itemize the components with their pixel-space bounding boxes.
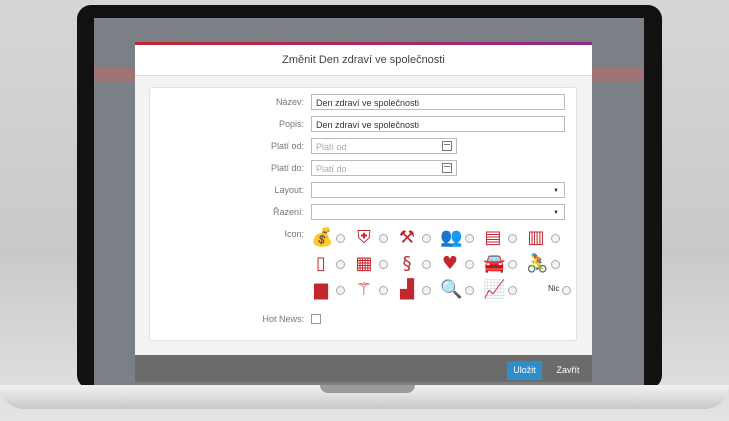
valid-from-label: Platí od: <box>270 141 304 151</box>
name-label: Název: <box>275 97 304 107</box>
books-icon: ▥ <box>527 227 545 248</box>
icon-option[interactable]: 🔍 <box>440 278 478 302</box>
icon-option[interactable]: ▤ <box>483 226 521 250</box>
icon-radio[interactable] <box>336 286 345 295</box>
cycling-icon: 🚴 <box>526 253 549 274</box>
paragraph-icon: § <box>402 253 412 274</box>
calendar-icon[interactable] <box>442 163 452 173</box>
valid-from-row: Platí od: Platí od <box>150 137 576 155</box>
description-label: Popis: <box>278 119 304 129</box>
icon-radio[interactable] <box>508 260 517 269</box>
valid-to-label: Platí do: <box>270 163 304 173</box>
form-panel: Název: Den zdraví ve společnosti Popis: … <box>149 87 577 341</box>
growth-chart-icon: 📈 <box>483 279 506 300</box>
icon-option[interactable]: ♥ <box>440 252 478 276</box>
icon-option[interactable]: ⚚ <box>354 278 392 302</box>
icon-radio[interactable] <box>562 286 571 295</box>
icon-row-3: ▆ ⚚ ▟ 🔍 📈 Nic <box>311 278 571 302</box>
valid-to-placeholder: Platí do <box>316 164 347 174</box>
icon-radio[interactable] <box>379 260 388 269</box>
layout-row: Layout: ▼ <box>150 181 576 199</box>
calendar-icon[interactable] <box>442 141 452 151</box>
money-hand-icon: 💰 <box>311 227 334 248</box>
icon-radio[interactable] <box>422 286 431 295</box>
hot-news-checkbox[interactable] <box>311 314 321 324</box>
name-row: Název: Den zdraví ve společnosti <box>150 93 576 111</box>
icon-option[interactable]: 👥 <box>440 226 478 250</box>
icon-option[interactable]: 📈 <box>483 278 521 302</box>
icon-option-none[interactable]: Nic <box>526 278 571 302</box>
icon-option[interactable]: § <box>397 252 435 276</box>
icon-option[interactable]: ▟ <box>397 278 435 302</box>
valid-from-placeholder: Platí od <box>316 142 347 152</box>
layout-select[interactable]: ▼ <box>311 182 565 198</box>
icon-radio[interactable] <box>336 234 345 243</box>
icon-radio[interactable] <box>422 234 431 243</box>
valid-to-input[interactable]: Platí do <box>311 160 457 176</box>
layout-label: Layout: <box>274 185 304 195</box>
save-button[interactable]: Uložit <box>507 361 542 380</box>
icon-radio[interactable] <box>465 234 474 243</box>
chevron-down-icon: ▼ <box>553 188 559 194</box>
calculator-icon: ▦ <box>355 253 373 274</box>
sort-row: Řazení: ▼ <box>150 203 576 221</box>
sort-label: Řazení: <box>272 207 304 217</box>
icon-radio[interactable] <box>508 234 517 243</box>
icon-radio[interactable] <box>422 260 431 269</box>
icon-option[interactable]: ▥ <box>526 226 564 250</box>
icon-radio[interactable] <box>465 286 474 295</box>
icon-option[interactable]: ⛨ <box>354 226 392 250</box>
icon-option[interactable]: ⚒ <box>397 226 435 250</box>
certificate-icon: ▤ <box>484 227 502 248</box>
name-input[interactable]: Den zdraví ve společnosti <box>311 94 565 110</box>
sort-select[interactable]: ▼ <box>311 204 565 220</box>
icon-radio[interactable] <box>551 260 560 269</box>
icon-label: Icon: <box>284 229 304 239</box>
valid-from-input[interactable]: Platí od <box>311 138 457 154</box>
heart-hand-icon: ♥ <box>441 253 459 274</box>
magnify-person-icon: 🔍 <box>440 279 463 300</box>
icon-option[interactable]: ▦ <box>354 252 392 276</box>
icon-radio[interactable] <box>465 260 474 269</box>
dialog-footer: Uložit Zavřít <box>135 355 592 382</box>
valid-to-row: Platí do: Platí do <box>150 159 576 177</box>
icon-option[interactable]: 🚴 <box>526 252 564 276</box>
hot-news-row: Hot News: <box>150 310 576 328</box>
icon-row-2: ▯ ▦ § ♥ 🚘 🚴 <box>311 252 571 276</box>
team-icon: 👥 <box>440 227 463 248</box>
mobile-signal-icon: ▯ <box>316 253 326 274</box>
shield-icon: ⛨ <box>357 227 371 248</box>
none-label: Nic <box>548 284 560 293</box>
icon-radio[interactable] <box>379 286 388 295</box>
icon-radio[interactable] <box>551 234 560 243</box>
coins-icon: ▟ <box>400 279 414 300</box>
icon-option[interactable]: ▆ <box>311 278 349 302</box>
description-row: Popis: Den zdraví ve společnosti <box>150 115 576 133</box>
hot-news-label: Hot News: <box>262 314 304 324</box>
edit-dialog: Změnit Den zdraví ve společnosti Název: … <box>135 42 592 382</box>
icon-radio[interactable] <box>379 234 388 243</box>
factory-icon: ▆ <box>314 279 328 300</box>
icon-radio[interactable] <box>508 286 517 295</box>
icon-radio[interactable] <box>336 260 345 269</box>
icon-option[interactable]: 🚘 <box>483 252 521 276</box>
car-icon: 🚘 <box>483 253 506 274</box>
close-button[interactable]: Zavřít <box>548 361 588 380</box>
icon-option[interactable]: ▯ <box>311 252 349 276</box>
icon-option[interactable]: 💰 <box>311 226 349 250</box>
dialog-title: Změnit Den zdraví ve společnosti <box>135 45 592 76</box>
icon-row-1: 💰 ⛨ ⚒ 👥 ▤ ▥ <box>311 226 571 250</box>
laptop-notch <box>320 385 415 393</box>
gavel-icon: ⚒ <box>398 227 416 248</box>
description-input[interactable]: Den zdraví ve společnosti <box>311 116 565 132</box>
power-tower-icon: ⚚ <box>355 279 373 300</box>
chevron-down-icon: ▼ <box>553 210 559 216</box>
